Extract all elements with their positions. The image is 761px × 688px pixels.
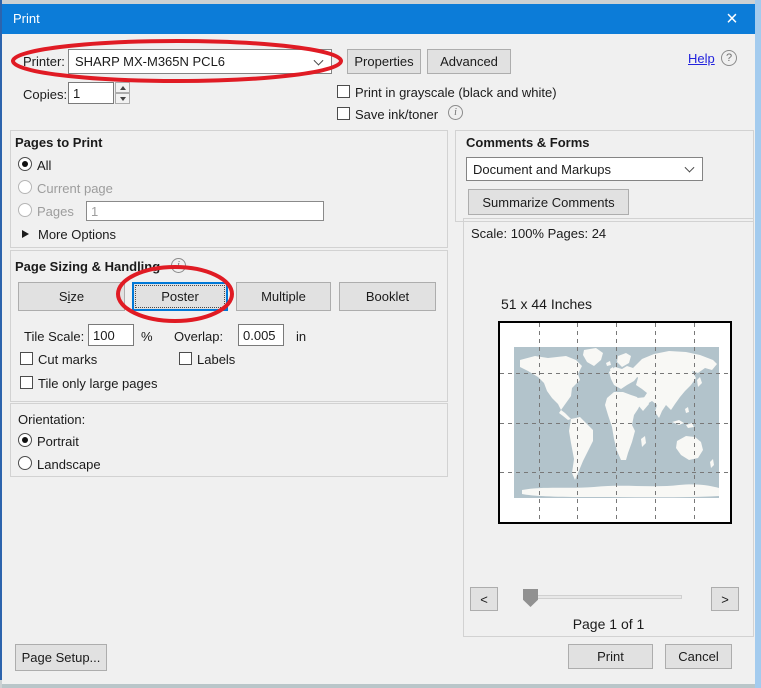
properties-button-label: Properties: [354, 54, 414, 69]
dialog-title: Print: [13, 11, 40, 26]
title-bar: Print ×: [2, 4, 755, 34]
page-sizing-group: Page Sizing & Handling i Si ze Poster Mul…: [10, 250, 448, 402]
save-ink-label: Save ink/toner: [355, 107, 439, 122]
pages-to-print-group: Pages to Print All Current page Pages Mo…: [10, 130, 448, 248]
print-button-label: Print: [597, 649, 624, 664]
labels-checkbox[interactable]: [179, 352, 192, 365]
tile-scale-input[interactable]: [88, 324, 134, 346]
print-dialog: Print × Printer: SHARP MX-M365N PCL6 Pro…: [2, 4, 755, 684]
comments-forms-dropdown-value: Document and Markups: [473, 161, 612, 177]
summarize-comments-button[interactable]: Summarize Comments: [468, 189, 629, 215]
stepper-down-button[interactable]: [115, 93, 130, 104]
window-border-bottom: [2, 684, 755, 688]
size-button-label-rest: ze: [70, 289, 85, 304]
more-options-label[interactable]: More Options: [38, 227, 116, 242]
copies-input[interactable]: [68, 82, 114, 104]
grayscale-checkbox[interactable]: [337, 85, 350, 98]
poster-button-label: Poster: [161, 289, 199, 304]
next-page-label: >: [721, 591, 729, 607]
multiple-button[interactable]: Multiple: [236, 282, 331, 311]
radio-portrait[interactable]: [18, 433, 32, 447]
preview-group: Scale: 100% Pages: 24 51 x 44 Inches < >…: [463, 218, 754, 637]
page-indicator-text: Page 1 of 1: [572, 616, 645, 632]
page-slider-thumb[interactable]: [523, 589, 538, 607]
radio-current-page-label: Current page: [37, 181, 113, 196]
radio-portrait-label[interactable]: Portrait: [37, 434, 79, 449]
help-question-icon[interactable]: ?: [721, 50, 737, 66]
arrow-down-icon: [119, 96, 126, 101]
page-setup-label: Page Setup...: [21, 650, 101, 665]
tile-cut-line-horizontal: [500, 472, 730, 473]
document-dimensions-text: 51 x 44 Inches: [501, 296, 593, 312]
print-button[interactable]: Print: [568, 644, 653, 669]
pages-to-print-title: Pages to Print: [15, 135, 103, 150]
poster-button[interactable]: Poster: [132, 282, 228, 311]
close-icon[interactable]: ×: [718, 5, 746, 33]
advanced-button-label: Advanced: [440, 54, 498, 69]
save-ink-info-icon: i: [448, 105, 463, 120]
properties-button[interactable]: Properties: [347, 49, 421, 74]
cancel-button-label: Cancel: [678, 649, 719, 664]
radio-all-label[interactable]: All: [37, 158, 51, 173]
radio-landscape-label[interactable]: Landscape: [37, 457, 101, 472]
tile-scale-unit: %: [141, 329, 153, 344]
booklet-button[interactable]: Booklet: [339, 282, 436, 311]
printer-dropdown[interactable]: SHARP MX-M365N PCL6: [68, 49, 332, 74]
tile-only-label: Tile only large pages: [38, 376, 158, 391]
advanced-button[interactable]: Advanced: [427, 49, 511, 74]
cancel-button[interactable]: Cancel: [665, 644, 732, 669]
page-slider-track[interactable]: [524, 595, 682, 599]
cut-marks-label: Cut marks: [38, 352, 98, 367]
previous-page-button[interactable]: <: [470, 587, 498, 611]
orientation-group: Orientation: Portrait Landscape: [10, 403, 448, 477]
page-preview: [498, 321, 732, 524]
tile-scale-label: Tile Scale:: [24, 329, 85, 344]
tile-cut-line-horizontal: [500, 373, 730, 374]
next-page-button[interactable]: >: [711, 587, 739, 611]
scale-pages-text: Scale: 100% Pages: 24: [471, 226, 607, 241]
orientation-title: Orientation:: [18, 412, 86, 427]
multiple-button-label: Multiple: [261, 289, 306, 304]
tile-cut-line-horizontal: [500, 423, 730, 424]
save-ink-checkbox[interactable]: [337, 107, 350, 120]
comments-forms-group: Comments & Forms Document and Markups Su…: [455, 130, 754, 222]
size-button[interactable]: Si ze: [18, 282, 125, 311]
overlap-input[interactable]: [238, 324, 284, 346]
labels-label: Labels: [197, 352, 236, 367]
more-options-expander-icon[interactable]: [22, 230, 29, 238]
copies-label: Copies:: [23, 87, 68, 102]
stepper-up-button[interactable]: [115, 82, 130, 93]
page-setup-button[interactable]: Page Setup...: [15, 644, 107, 671]
tile-only-checkbox[interactable]: [20, 376, 33, 389]
size-button-label: S: [58, 289, 68, 304]
comments-forms-dropdown[interactable]: Document and Markups: [466, 157, 703, 181]
chevron-down-icon: [313, 55, 324, 66]
radio-pages-label: Pages: [37, 204, 74, 219]
grayscale-label: Print in grayscale (black and white): [355, 85, 557, 100]
booklet-button-label: Booklet: [365, 289, 410, 304]
tile-grid-lines: [500, 323, 730, 522]
previous-page-label: <: [480, 591, 488, 607]
chevron-down-icon: [684, 162, 695, 173]
printer-label: Printer:: [23, 54, 65, 69]
printer-dropdown-value: SHARP MX-M365N PCL6: [75, 54, 226, 69]
overlap-unit: in: [296, 329, 307, 344]
copies-stepper[interactable]: [115, 82, 130, 104]
radio-current-page[interactable]: [18, 180, 32, 194]
summarize-comments-label: Summarize Comments: [482, 194, 615, 210]
page-sizing-title: Page Sizing & Handling: [15, 259, 161, 274]
help-link[interactable]: Help: [688, 51, 715, 66]
arrow-up-icon: [119, 85, 126, 90]
page-sizing-info-icon: i: [171, 258, 186, 273]
radio-landscape[interactable]: [18, 456, 32, 470]
radio-all[interactable]: [18, 157, 32, 171]
comments-forms-title: Comments & Forms: [466, 135, 590, 150]
overlap-label: Overlap:: [174, 329, 224, 344]
cut-marks-checkbox[interactable]: [20, 352, 33, 365]
window-border-right: [755, 0, 761, 688]
pages-range-input[interactable]: [86, 201, 324, 221]
radio-pages[interactable]: [18, 203, 32, 217]
